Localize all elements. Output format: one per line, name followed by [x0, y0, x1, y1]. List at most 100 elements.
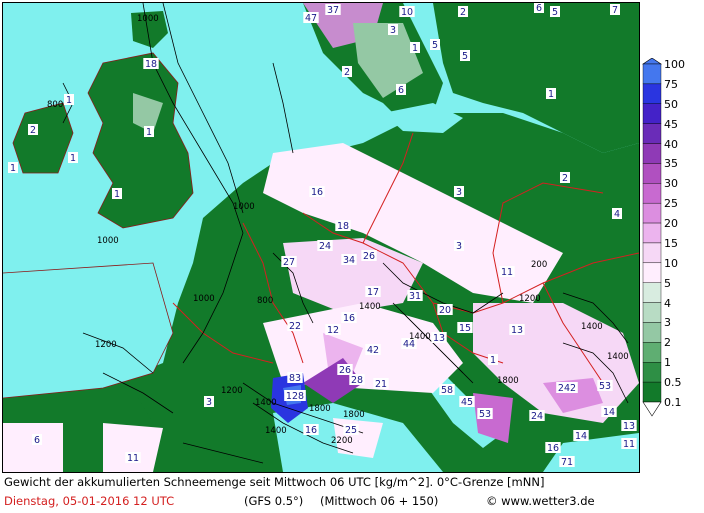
snow-value-label: 18 [337, 221, 349, 232]
legend-swatch [642, 342, 662, 363]
snow-value-label: 1 [66, 95, 72, 106]
legend-label: 3 [664, 316, 671, 330]
snow-value-label: 16 [547, 443, 559, 454]
snow-value-label: 11 [623, 439, 635, 450]
legend-swatch [642, 143, 662, 164]
snow-value-label: 28 [351, 375, 363, 386]
snow-value-label: 128 [286, 391, 304, 402]
legend-swatch [642, 202, 662, 224]
snow-value-label: 12 [327, 325, 339, 336]
legend-label: 15 [664, 236, 678, 250]
snow-value-label: 25 [345, 425, 357, 436]
snow-value-label: 1 [548, 89, 554, 100]
legend-label: 40 [664, 137, 678, 151]
snow-value-label: 18 [145, 59, 157, 70]
snow-value-label: 242 [558, 383, 576, 394]
snow-value-label: 47 [305, 13, 317, 24]
snow-value-label: 53 [479, 409, 491, 420]
legend-swatch [642, 103, 662, 124]
isoline-label: 1200 [221, 386, 243, 396]
legend-swatch [642, 362, 662, 383]
legend-bottom-arrow [642, 401, 662, 417]
snow-value-label: 16 [343, 313, 355, 324]
legend-label: 75 [664, 77, 678, 91]
snow-value-label: 5 [552, 7, 558, 18]
snow-value-label: 24 [531, 411, 543, 422]
snow-value-label: 14 [575, 431, 587, 442]
legend-label: 35 [664, 157, 678, 171]
legend-swatch [642, 322, 662, 343]
snow-value-label: 83 [289, 373, 301, 384]
snow-value-label: 2 [562, 173, 568, 184]
snow-value-label: 3 [390, 25, 396, 36]
snow-value-label: 1 [146, 127, 152, 138]
isoline-label: 1000 [193, 294, 215, 304]
map-panel: 47 37 10 5 6 5 7 3 1 2 2 6 5 1 18 1 1 1 1 1 2 16 18 3 2 4 3 27 24 34 2… [2, 2, 640, 473]
snow-value-label: 13 [623, 421, 635, 432]
snow-value-label: 21 [375, 379, 387, 390]
snow-value-label: 4 [614, 209, 620, 220]
snow-value-label: 1 [10, 163, 16, 174]
isoline-label: 1800 [343, 410, 365, 420]
snow-value-label: 13 [433, 333, 445, 344]
footer-meta-row: Dienstag, 05-01-2016 12 UTC (GFS 0.5°) (… [4, 494, 595, 508]
isoline-label: 1000 [97, 236, 119, 246]
legend-label: 5 [664, 276, 671, 290]
isoline-label: 1400 [255, 398, 277, 408]
snow-value-label: 16 [311, 187, 323, 198]
snow-value-label: 15 [459, 323, 471, 334]
snow-value-label: 1 [70, 153, 76, 164]
snow-value-label: 2 [344, 67, 350, 78]
snow-value-label: 37 [327, 5, 339, 16]
legend-top-arrow [642, 58, 662, 65]
legend-label: 20 [664, 217, 678, 231]
footer: Gewicht der akkumulierten Schneemenge se… [0, 474, 704, 513]
isoline-label: 1400 [265, 426, 287, 436]
snow-value-label: 3 [456, 187, 462, 198]
isoline-label: 1000 [233, 202, 255, 212]
snow-value-label: 53 [599, 381, 611, 392]
isoline-label: 1400 [409, 332, 431, 342]
snow-value-label: 2 [30, 125, 36, 136]
legend-label: 30 [664, 177, 678, 191]
snow-value-label: 16 [305, 425, 317, 436]
snow-value-label: 6 [398, 85, 404, 96]
legend-swatch [642, 183, 662, 204]
isoline-label: 1400 [581, 322, 603, 332]
snow-value-label: 42 [367, 345, 379, 356]
snow-value-label: 20 [439, 305, 451, 316]
legend-swatch [642, 83, 662, 104]
isoline-label: 1400 [607, 352, 629, 362]
snow-value-label: 22 [289, 321, 301, 332]
valid-date: Dienstag, 05-01-2016 12 UTC [4, 494, 175, 508]
credit-url: www.wetter3.de [501, 494, 595, 508]
snow-value-label: 1 [114, 189, 120, 200]
snow-value-label: 45 [461, 397, 473, 408]
legend-label: 100 [664, 58, 685, 71]
snow-value-label: 26 [363, 251, 375, 262]
snow-value-label: 2 [460, 7, 466, 18]
snow-value-label: 6 [536, 3, 542, 14]
snow-value-label: 11 [501, 267, 513, 278]
snow-value-label: 5 [462, 51, 468, 62]
legend-label: 2 [664, 336, 671, 350]
snow-value-label: 31 [409, 291, 421, 302]
isoline-label: 1000 [137, 14, 159, 24]
snow-map: 4737 1056 5 731226511811111216183243272434 2… [3, 3, 639, 472]
map-title: Gewicht der akkumulierten Schneemenge se… [4, 475, 545, 489]
legend-label: 0.5 [664, 376, 682, 390]
legend-swatch [642, 262, 662, 283]
legend-label: 50 [664, 97, 678, 111]
legend-swatch [642, 123, 662, 144]
legend-label: 25 [664, 197, 678, 211]
isoline-label: 1800 [497, 376, 519, 386]
legend-swatch [642, 242, 662, 264]
legend-label: 45 [664, 117, 678, 131]
color-legend: 100 75 50 45 40 35 30 25 20 15 10 5 4 3 2 1 0.5 0.1 [642, 58, 702, 420]
legend-swatch [642, 222, 662, 244]
snow-value-label: 1 [490, 355, 496, 366]
isoline-label: 800 [47, 100, 63, 110]
isoline-label: 1200 [95, 340, 117, 350]
legend-swatch [642, 163, 662, 184]
isoline-label: 800 [257, 296, 273, 306]
